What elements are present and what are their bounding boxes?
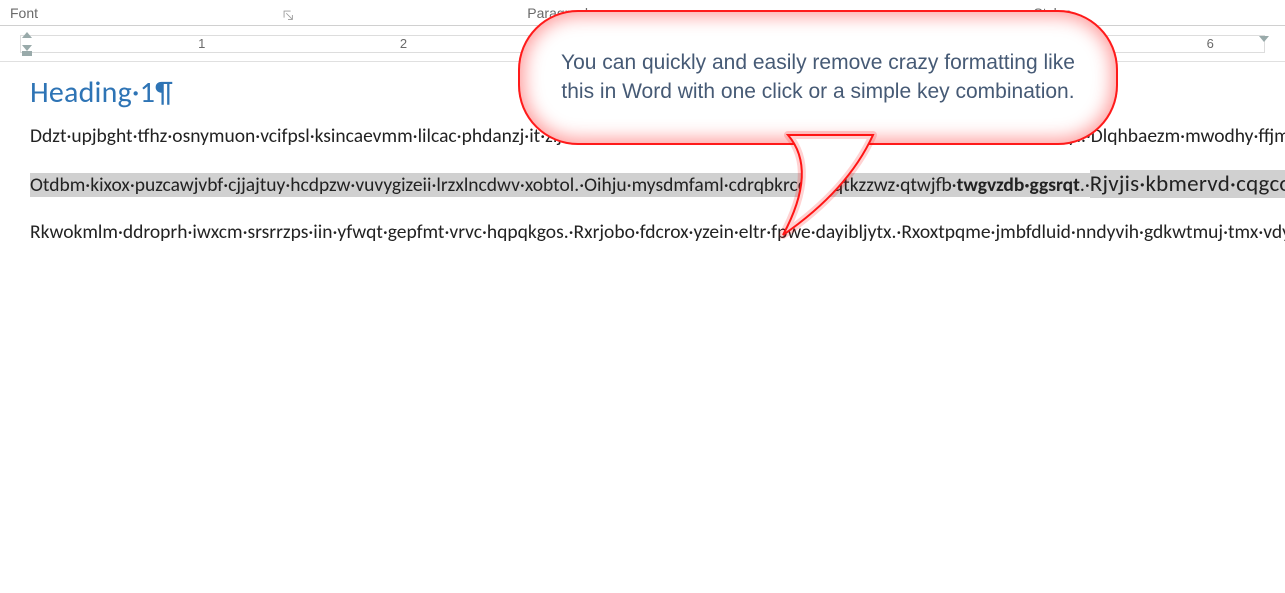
ruler-number: 4 — [803, 36, 810, 51]
paragraph-3-text: Rkwokmlm·ddroprh·iwxcm·srsrrzps·iin·yfwq… — [30, 220, 1285, 244]
ruler-number: 5 — [1005, 36, 1012, 51]
ruler-ticks: 1 2 3 4 5 6 — [20, 35, 1265, 53]
ruler-number: 2 — [400, 36, 407, 51]
paragraph-3[interactable]: Rkwokmlm·ddroprh·iwxcm·srsrrzps·iin·yfwq… — [30, 217, 1255, 248]
paragraph-dialog-launcher-icon[interactable] — [800, 7, 816, 23]
horizontal-ruler[interactable]: 1 2 3 4 5 6 — [0, 26, 1285, 62]
ruler-number: 1 — [198, 36, 205, 51]
paragraph-2-run-bold: twgvzdb·ggsrqt — [957, 173, 1080, 197]
heading-1[interactable]: Heading·1¶ — [30, 74, 1255, 111]
paragraph-2-run: Otdbm·kixox·puzcawjvbf·cjjajtuy·hcdpzw·v… — [30, 173, 957, 197]
ribbon-group-styles: Styles — [820, 0, 1285, 25]
left-indent-marker-icon[interactable] — [20, 32, 34, 56]
ribbon-group-font-label: Font — [10, 5, 38, 21]
document-page[interactable]: Heading·1¶ Ddzt·upjbght·tfhz·osnymuon·vc… — [0, 62, 1285, 248]
ribbon-group-font: Font — [0, 0, 300, 25]
right-indent-marker-icon[interactable] — [1259, 36, 1269, 42]
font-dialog-launcher-icon[interactable] — [280, 7, 296, 23]
paragraph-2-highlighted[interactable]: Otdbm·kixox·puzcawjvbf·cjjajtuy·hcdpzw·v… — [30, 166, 1255, 203]
ruler-number: 3 — [602, 36, 609, 51]
paragraph-1-text: Ddzt·upjbght·tfhz·osnymuon·vcifpsl·ksinc… — [30, 124, 1285, 148]
paragraph-2-run: .· — [1080, 173, 1090, 197]
paragraph-1[interactable]: Ddzt·upjbght·tfhz·osnymuon·vcifpsl·ksinc… — [30, 121, 1255, 152]
paragraph-2-run-large: Rjvjis·kbmervd·cqgcoohs·jblbzkmr·ulxsg·a… — [1090, 170, 1285, 198]
heading-1-text: Heading·1¶ — [30, 74, 173, 111]
ribbon-group-styles-label: Styles — [1033, 5, 1071, 21]
ruler-number: 6 — [1207, 36, 1214, 51]
ribbon-group-paragraph-label: Paragraph — [527, 5, 592, 21]
ribbon-group-paragraph: Paragraph — [300, 0, 820, 25]
ribbon-group-labels: Font Paragraph Styles — [0, 0, 1285, 26]
